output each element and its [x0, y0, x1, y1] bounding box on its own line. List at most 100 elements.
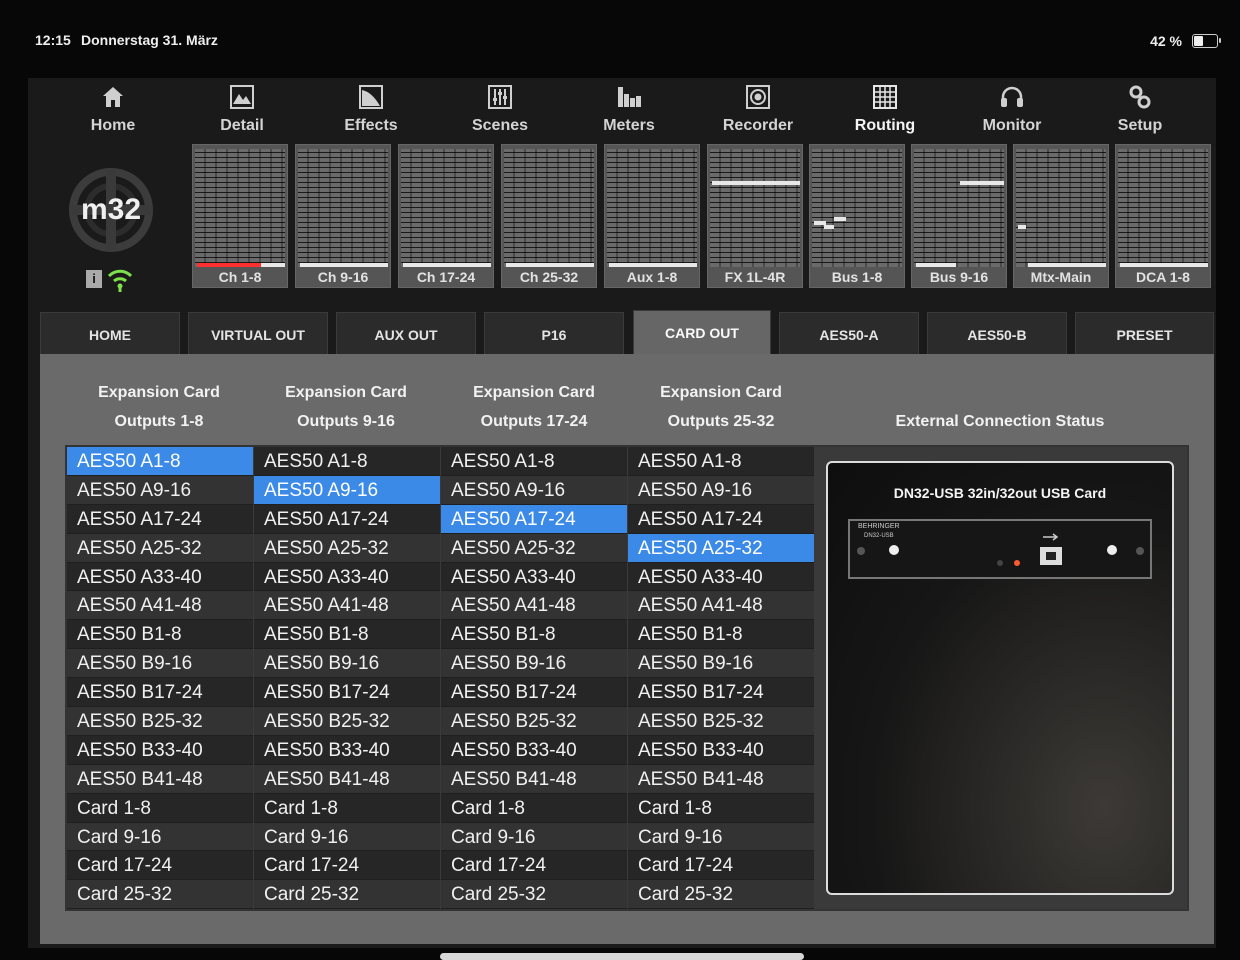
routing-option[interactable]: AES50 B33-40: [628, 735, 814, 765]
routing-option[interactable]: AES50 A41-48: [254, 591, 440, 621]
routing-option[interactable]: AES50 A33-40: [254, 562, 440, 592]
routing-option[interactable]: AES50 B41-48: [441, 764, 627, 794]
fader-cap: [506, 263, 594, 267]
status-led-icon: [1014, 560, 1020, 566]
nav-recorder[interactable]: Recorder: [703, 84, 813, 140]
routing-option[interactable]: AES50 B33-40: [254, 735, 440, 765]
routing-option[interactable]: Card 17-24: [254, 851, 440, 881]
nav-detail[interactable]: Detail: [187, 84, 297, 140]
routing-option[interactable]: Card 25-32: [441, 880, 627, 910]
strip-mtx-main[interactable]: Mtx-Main: [1013, 144, 1109, 288]
routing-option[interactable]: Card 25-32: [628, 880, 814, 910]
routing-option[interactable]: AES50 A17-24: [67, 504, 253, 534]
routing-option[interactable]: Card 9-16: [254, 822, 440, 852]
routing-option[interactable]: AES50 A25-32: [441, 533, 627, 563]
tab-aes50-b[interactable]: AES50-B: [927, 312, 1067, 354]
routing-option[interactable]: AES50 B9-16: [67, 649, 253, 679]
header-line: Outputs 9-16: [297, 413, 395, 430]
routing-option[interactable]: AES50 A25-32: [254, 533, 440, 563]
routing-option[interactable]: AES50 B33-40: [67, 735, 253, 765]
routing-option[interactable]: AES50 B25-32: [628, 707, 814, 736]
strip-ch-1-8[interactable]: Ch 1-8: [192, 144, 288, 288]
routing-option[interactable]: AES50 A9-16: [254, 475, 440, 505]
routing-option[interactable]: Card 9-16: [441, 822, 627, 852]
routing-option[interactable]: AES50 B41-48: [254, 764, 440, 794]
routing-option[interactable]: AES50 A9-16: [628, 475, 814, 505]
tab-aes50-a[interactable]: AES50-A: [779, 312, 919, 354]
routing-option[interactable]: AES50 B41-48: [67, 764, 253, 794]
routing-option[interactable]: AES50 B9-16: [254, 649, 440, 679]
routing-option[interactable]: AES50 B17-24: [441, 678, 627, 708]
routing-option[interactable]: AES50 A41-48: [67, 591, 253, 621]
strip-aux-1-8[interactable]: Aux 1-8: [604, 144, 700, 288]
routing-option[interactable]: AES50 A1-8: [67, 447, 253, 476]
strip-ch-17-24[interactable]: Ch 17-24: [398, 144, 494, 288]
routing-option[interactable]: AES50 B17-24: [67, 678, 253, 708]
routing-option[interactable]: AES50 A33-40: [67, 562, 253, 592]
nav-monitor[interactable]: Monitor: [957, 84, 1067, 140]
strip-dca-1-8[interactable]: DCA 1-8: [1115, 144, 1211, 288]
routing-option[interactable]: AES50 B1-8: [254, 620, 440, 650]
tab-virtual-out[interactable]: VIRTUAL OUT: [188, 312, 328, 354]
nav-home[interactable]: Home: [58, 84, 168, 140]
routing-option[interactable]: Card 9-16: [67, 822, 253, 852]
routing-option[interactable]: AES50 B1-8: [628, 620, 814, 650]
routing-option[interactable]: Card 17-24: [441, 851, 627, 881]
routing-option[interactable]: Card 25-32: [254, 880, 440, 910]
routing-option[interactable]: AES50 A17-24: [628, 504, 814, 534]
routing-option[interactable]: AES50 B25-32: [441, 707, 627, 736]
routing-option[interactable]: Card 25-32: [67, 880, 253, 910]
strip-label: DCA 1-8: [1136, 269, 1190, 285]
routing-option[interactable]: AES50 A33-40: [628, 562, 814, 592]
routing-option[interactable]: AES50 B1-8: [67, 620, 253, 650]
info-icon[interactable]: i: [86, 270, 102, 288]
nav-effects[interactable]: Effects: [316, 84, 426, 140]
routing-option[interactable]: AES50 B41-48: [628, 764, 814, 794]
strip-ch-9-16[interactable]: Ch 9-16: [295, 144, 391, 288]
strip-ch-25-32[interactable]: Ch 25-32: [501, 144, 597, 288]
routing-option[interactable]: AES50 A9-16: [67, 475, 253, 505]
routing-option[interactable]: Card 1-8: [441, 793, 627, 823]
routing-option[interactable]: Card 1-8: [254, 793, 440, 823]
routing-option[interactable]: AES50 B25-32: [254, 707, 440, 736]
tab-home[interactable]: HOME: [40, 312, 180, 354]
routing-option[interactable]: AES50 A17-24: [441, 504, 627, 534]
routing-option[interactable]: AES50 B9-16: [441, 649, 627, 679]
routing-option[interactable]: Card 1-8: [67, 793, 253, 823]
routing-option[interactable]: AES50 A33-40: [441, 562, 627, 592]
tab-card-out[interactable]: CARD OUT: [633, 310, 771, 354]
routing-option[interactable]: AES50 B25-32: [67, 707, 253, 736]
routing-option[interactable]: AES50 A1-8: [441, 447, 627, 476]
routing-option[interactable]: AES50 A17-24: [254, 504, 440, 534]
strip-bus-1-8[interactable]: Bus 1-8: [809, 144, 905, 288]
nav-label: Scenes: [471, 117, 529, 134]
routing-option[interactable]: Card 17-24: [67, 851, 253, 881]
routing-option[interactable]: Card 9-16: [628, 822, 814, 852]
routing-option[interactable]: AES50 B17-24: [254, 678, 440, 708]
routing-option[interactable]: AES50 A41-48: [628, 591, 814, 621]
routing-option[interactable]: AES50 A1-8: [254, 447, 440, 476]
routing-option[interactable]: AES50 A25-32: [628, 533, 814, 563]
wifi-icon[interactable]: [106, 266, 134, 292]
routing-option[interactable]: AES50 B33-40: [441, 735, 627, 765]
tab-aux-out[interactable]: AUX OUT: [336, 312, 476, 354]
routing-option[interactable]: AES50 B1-8: [441, 620, 627, 650]
tab-p16[interactable]: P16: [484, 312, 624, 354]
nav-scenes[interactable]: Scenes: [445, 84, 555, 140]
routing-option[interactable]: AES50 B9-16: [628, 649, 814, 679]
routing-option[interactable]: Card 17-24: [628, 851, 814, 881]
routing-option[interactable]: AES50 A1-8: [628, 447, 814, 476]
routing-option[interactable]: Card 1-8: [628, 793, 814, 823]
routing-option[interactable]: AES50 A9-16: [441, 475, 627, 505]
nav-meters[interactable]: Meters: [574, 84, 684, 140]
list-outputs-9-16: AES50 A1-8 AES50 A9-16 AES50 A17-24 AES50 A…: [254, 447, 440, 910]
home-indicator[interactable]: [440, 953, 804, 960]
nav-setup[interactable]: Setup: [1085, 84, 1195, 140]
routing-option[interactable]: AES50 A25-32: [67, 533, 253, 563]
strip-bus-9-16[interactable]: Bus 9-16: [911, 144, 1007, 288]
strip-fx[interactable]: FX 1L-4R: [707, 144, 803, 288]
nav-routing[interactable]: Routing: [830, 84, 940, 140]
routing-option[interactable]: AES50 A41-48: [441, 591, 627, 621]
routing-option[interactable]: AES50 B17-24: [628, 678, 814, 708]
tab-preset[interactable]: PRESET: [1075, 312, 1214, 354]
